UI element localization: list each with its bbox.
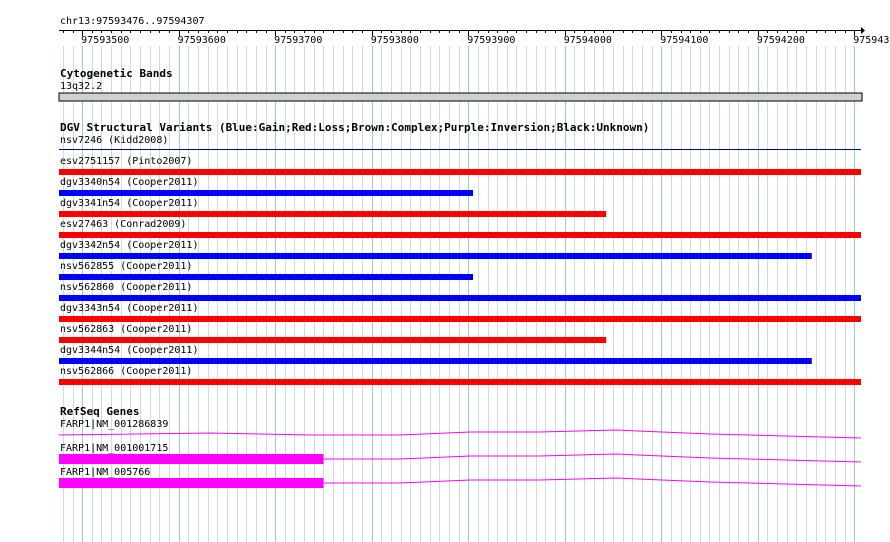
dgv-track-title[interactable]: DGV Structural Variants (Blue:Gain;Red:L… bbox=[60, 122, 649, 134]
refseq-exon-block bbox=[59, 478, 324, 488]
dgv-feature-label[interactable]: esv2751157 (Pinto2007) bbox=[60, 156, 192, 168]
dgv-feature-bar bbox=[59, 358, 812, 364]
dgv-feature-bar bbox=[59, 190, 474, 196]
ruler-tick-label: 97593500 bbox=[81, 35, 130, 46]
dgv-feature-label[interactable]: dgv3343n54 (Cooper2011) bbox=[60, 303, 198, 315]
cytoband-label: 13q32.2 bbox=[60, 81, 103, 92]
dgv-feature-bar bbox=[59, 169, 861, 175]
dgv-feature-label[interactable]: dgv3340n54 (Cooper2011) bbox=[60, 177, 198, 189]
dgv-feature-label[interactable]: esv27463 (Conrad2009) bbox=[60, 219, 186, 231]
dgv-feature-label[interactable]: dgv3342n54 (Cooper2011) bbox=[60, 240, 198, 252]
refseq-track-title[interactable]: RefSeq Genes bbox=[60, 406, 139, 418]
location-label: chr13:97593476..97594307 bbox=[60, 16, 205, 27]
dgv-feature-bar bbox=[59, 211, 607, 217]
refseq-intron-line bbox=[323, 477, 862, 487]
ruler-arrow bbox=[861, 27, 865, 34]
refseq-gene-label[interactable]: FARP1|NM_001001715 bbox=[60, 443, 168, 455]
dgv-feature-bar bbox=[59, 274, 474, 280]
refseq-gene-label[interactable]: FARP1|NM_005766 bbox=[60, 467, 150, 479]
dgv-feature-label[interactable]: nsv562855 (Cooper2011) bbox=[60, 261, 192, 273]
dgv-feature-bar bbox=[59, 295, 861, 301]
refseq-exon-block bbox=[59, 454, 324, 464]
genome-browser-view: chr13:97593476..97594307 97593500 9759360… bbox=[0, 0, 890, 542]
ruler-tick-label: 97594300 bbox=[853, 35, 890, 46]
refseq-gene-label[interactable]: FARP1|NM_001286839 bbox=[60, 419, 168, 431]
ruler-tick-label: 97593900 bbox=[467, 35, 516, 46]
dgv-feature-label[interactable]: nsv562866 (Cooper2011) bbox=[60, 366, 192, 378]
refseq-intron-line bbox=[323, 453, 862, 463]
dgv-feature-label[interactable]: nsv562860 (Cooper2011) bbox=[60, 282, 192, 294]
dgv-feature-bar bbox=[59, 337, 607, 343]
dgv-feature-label[interactable]: nsv7246 (Kidd2008) bbox=[60, 135, 168, 147]
ruler-tick-label: 97594100 bbox=[660, 35, 709, 46]
dgv-feature-bar bbox=[59, 253, 812, 259]
ruler-tick-label: 97593600 bbox=[177, 35, 226, 46]
dgv-feature-bar bbox=[59, 379, 861, 385]
dgv-feature-bar bbox=[59, 316, 861, 322]
ruler-tick-label: 97594200 bbox=[756, 35, 805, 46]
dgv-feature-label[interactable]: dgv3344n54 (Cooper2011) bbox=[60, 345, 198, 357]
cytoband-bar bbox=[58, 92, 863, 102]
ruler-tick-label: 97593800 bbox=[370, 35, 419, 46]
dgv-feature-label[interactable]: nsv562863 (Cooper2011) bbox=[60, 324, 192, 336]
ruler-tick-label: 97594000 bbox=[563, 35, 612, 46]
cytoband-track-title[interactable]: Cytogenetic Bands bbox=[60, 68, 173, 80]
dgv-feature-bar bbox=[59, 232, 861, 238]
ruler-tick-label: 97593700 bbox=[274, 35, 323, 46]
dgv-feature-label[interactable]: dgv3341n54 (Cooper2011) bbox=[60, 198, 198, 210]
